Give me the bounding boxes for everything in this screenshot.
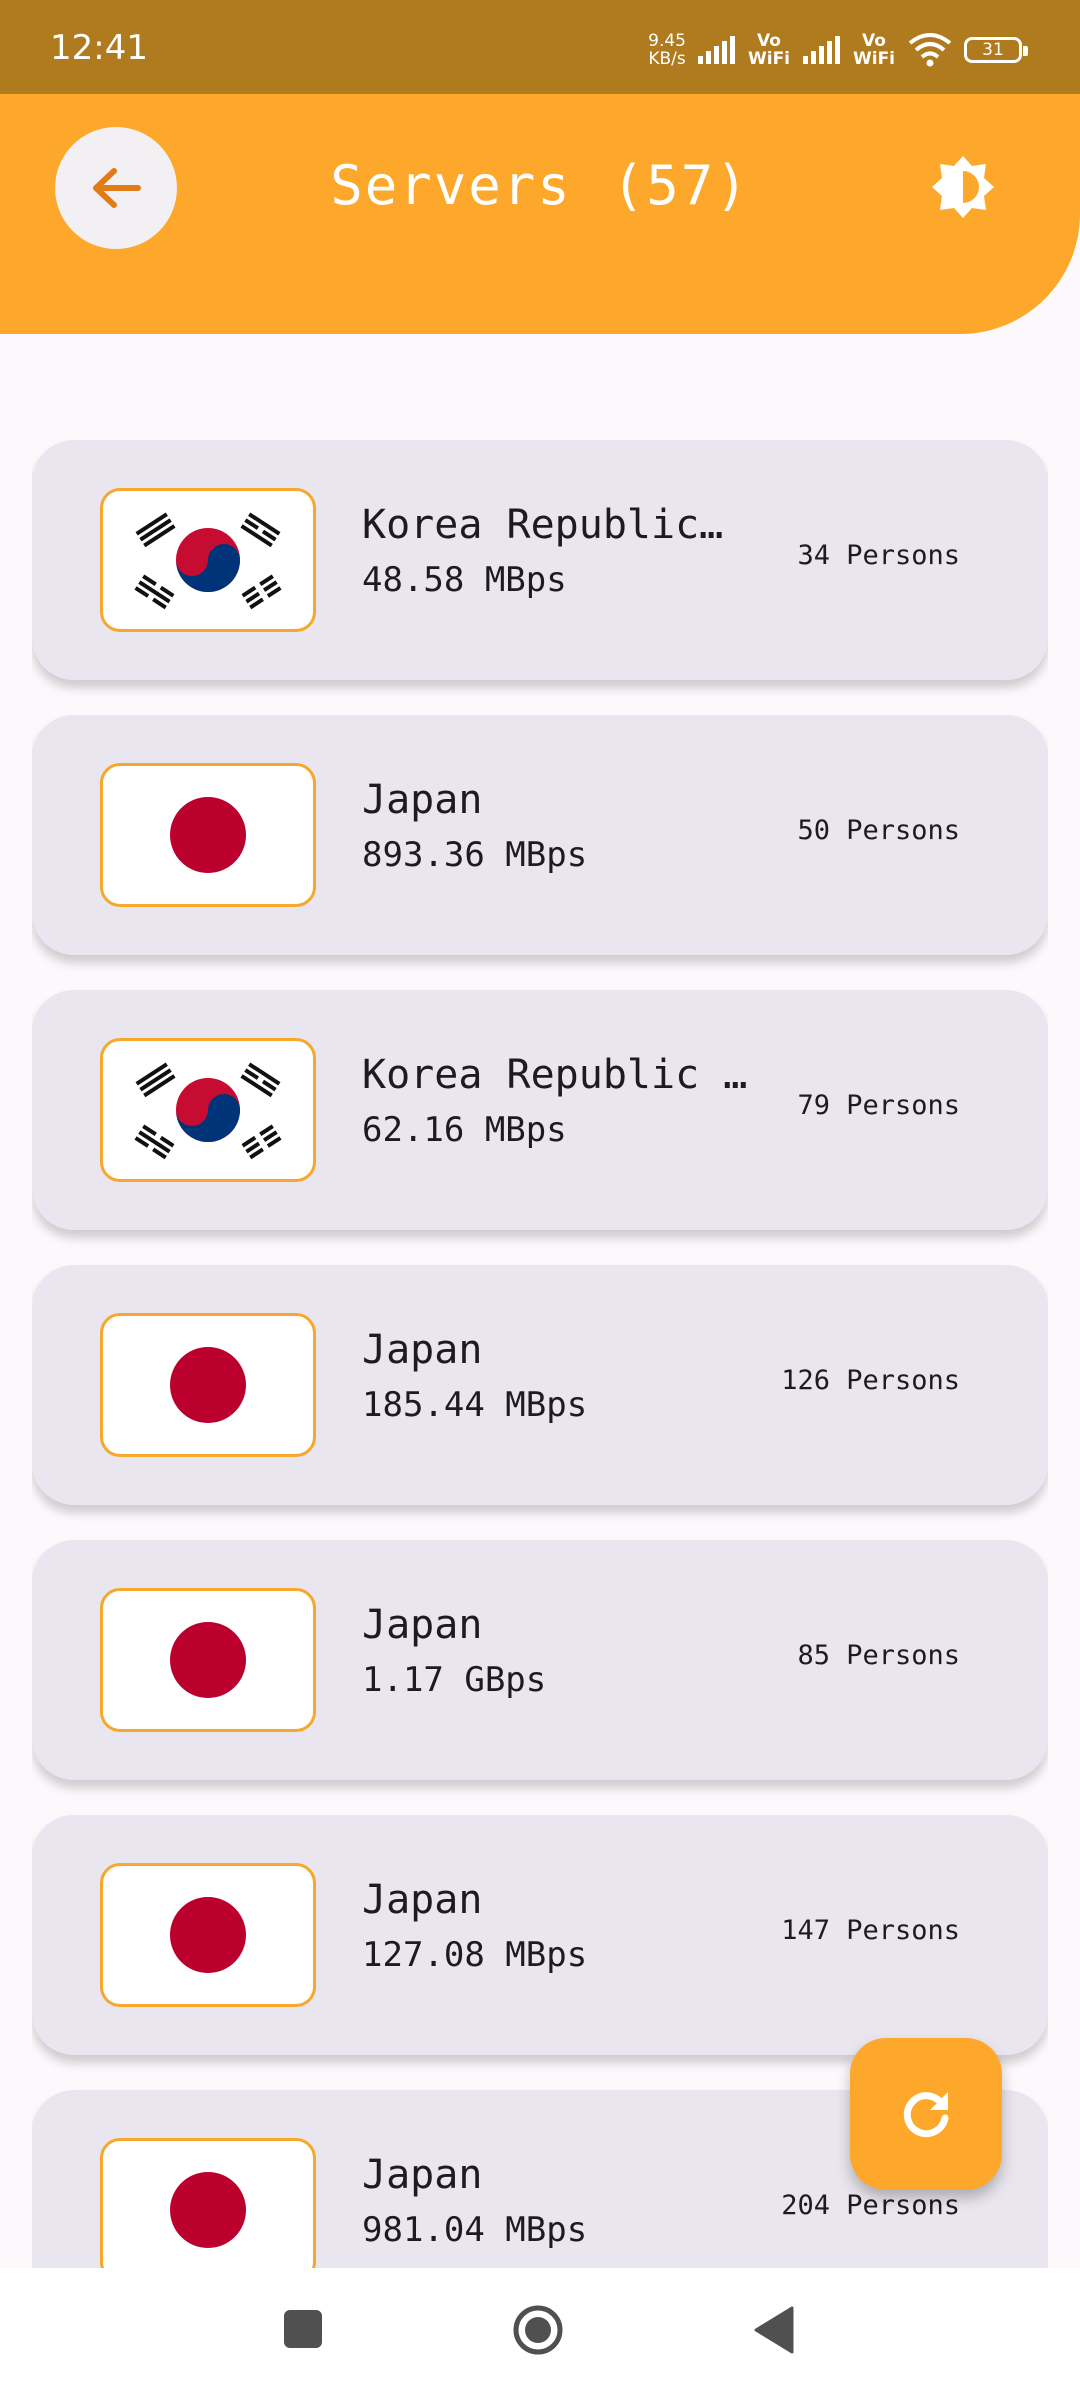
- server-country: Japan: [362, 1327, 483, 1373]
- flag-frame: [100, 1038, 316, 1182]
- flag-frame: [100, 1588, 316, 1732]
- japan-flag-icon: [115, 1874, 301, 1996]
- status-icons: 9.45 KB/s Vo WiFi Vo WiFi 31: [648, 30, 1028, 70]
- server-persons: 204 Persons: [781, 2190, 960, 2221]
- clock: 12:41: [50, 28, 148, 68]
- flag-frame: [100, 763, 316, 907]
- japan-flag-icon: [115, 1324, 301, 1446]
- server-speed: 62.16 MBps: [362, 1110, 567, 1150]
- vowifi-label: Vo WiFi: [852, 31, 896, 69]
- japan-flag-icon: [115, 2149, 301, 2268]
- flag-frame: [100, 1863, 316, 2007]
- home-icon[interactable]: [512, 2304, 564, 2356]
- app-bar: Servers (57): [0, 94, 1080, 334]
- server-persons: 147 Persons: [781, 1915, 960, 1946]
- server-card[interactable]: Japan 185.44 MBps 126 Persons: [32, 1265, 1048, 1505]
- server-persons: 34 Persons: [797, 540, 960, 571]
- flag-frame: [100, 488, 316, 632]
- server-speed: 185.44 MBps: [362, 1385, 588, 1425]
- signal-icon: [803, 36, 840, 64]
- page-title: Servers (57): [0, 154, 1080, 217]
- signal-icon: [698, 36, 735, 64]
- server-country: Japan: [362, 1877, 483, 1923]
- refresh-button[interactable]: [850, 2038, 1002, 2190]
- server-country: Korea Republic …: [362, 1052, 748, 1098]
- server-country: Japan: [362, 2152, 483, 2198]
- recents-icon[interactable]: [284, 2310, 322, 2348]
- back-triangle-icon[interactable]: [754, 2306, 794, 2354]
- server-speed: 1.17 GBps: [362, 1660, 547, 1700]
- server-card[interactable]: Korea Republic … 62.16 MBps 79 Persons: [32, 990, 1048, 1230]
- server-speed: 981.04 MBps: [362, 2210, 588, 2250]
- server-speed: 893.36 MBps: [362, 835, 588, 875]
- battery-icon: 31: [964, 37, 1028, 63]
- server-list: Korea Republic… 48.58 MBps 34 Persons Ja…: [32, 440, 1048, 2268]
- server-card[interactable]: Japan 127.08 MBps 147 Persons: [32, 1815, 1048, 2055]
- title-text: Servers: [330, 154, 572, 217]
- flag-frame: [100, 2138, 316, 2268]
- server-country: Korea Republic…: [362, 502, 724, 548]
- brightness-icon[interactable]: [930, 154, 996, 220]
- wifi-icon: [908, 33, 952, 67]
- korea-flag-icon: [115, 1049, 301, 1171]
- server-persons: 85 Persons: [797, 1640, 960, 1671]
- server-count: (57): [611, 154, 750, 217]
- server-persons: 79 Persons: [797, 1090, 960, 1121]
- server-card[interactable]: Japan 1.17 GBps 85 Persons: [32, 1540, 1048, 1780]
- server-country: Japan: [362, 777, 483, 823]
- server-speed: 48.58 MBps: [362, 560, 567, 600]
- network-speed: 9.45 KB/s: [648, 31, 686, 69]
- vowifi-label: Vo WiFi: [747, 31, 791, 69]
- refresh-icon: [903, 2092, 949, 2138]
- server-card[interactable]: Japan 893.36 MBps 50 Persons: [32, 715, 1048, 955]
- korea-flag-icon: [115, 499, 301, 621]
- system-nav-bar: [0, 2268, 1080, 2400]
- flag-frame: [100, 1313, 316, 1457]
- server-persons: 50 Persons: [797, 815, 960, 846]
- japan-flag-icon: [115, 1599, 301, 1721]
- server-country: Japan: [362, 1602, 483, 1648]
- status-bar: 12:41 9.45 KB/s Vo WiFi Vo WiFi 31: [0, 0, 1080, 94]
- server-persons: 126 Persons: [781, 1365, 960, 1396]
- server-card[interactable]: Korea Republic… 48.58 MBps 34 Persons: [32, 440, 1048, 680]
- japan-flag-icon: [115, 774, 301, 896]
- server-speed: 127.08 MBps: [362, 1935, 588, 1975]
